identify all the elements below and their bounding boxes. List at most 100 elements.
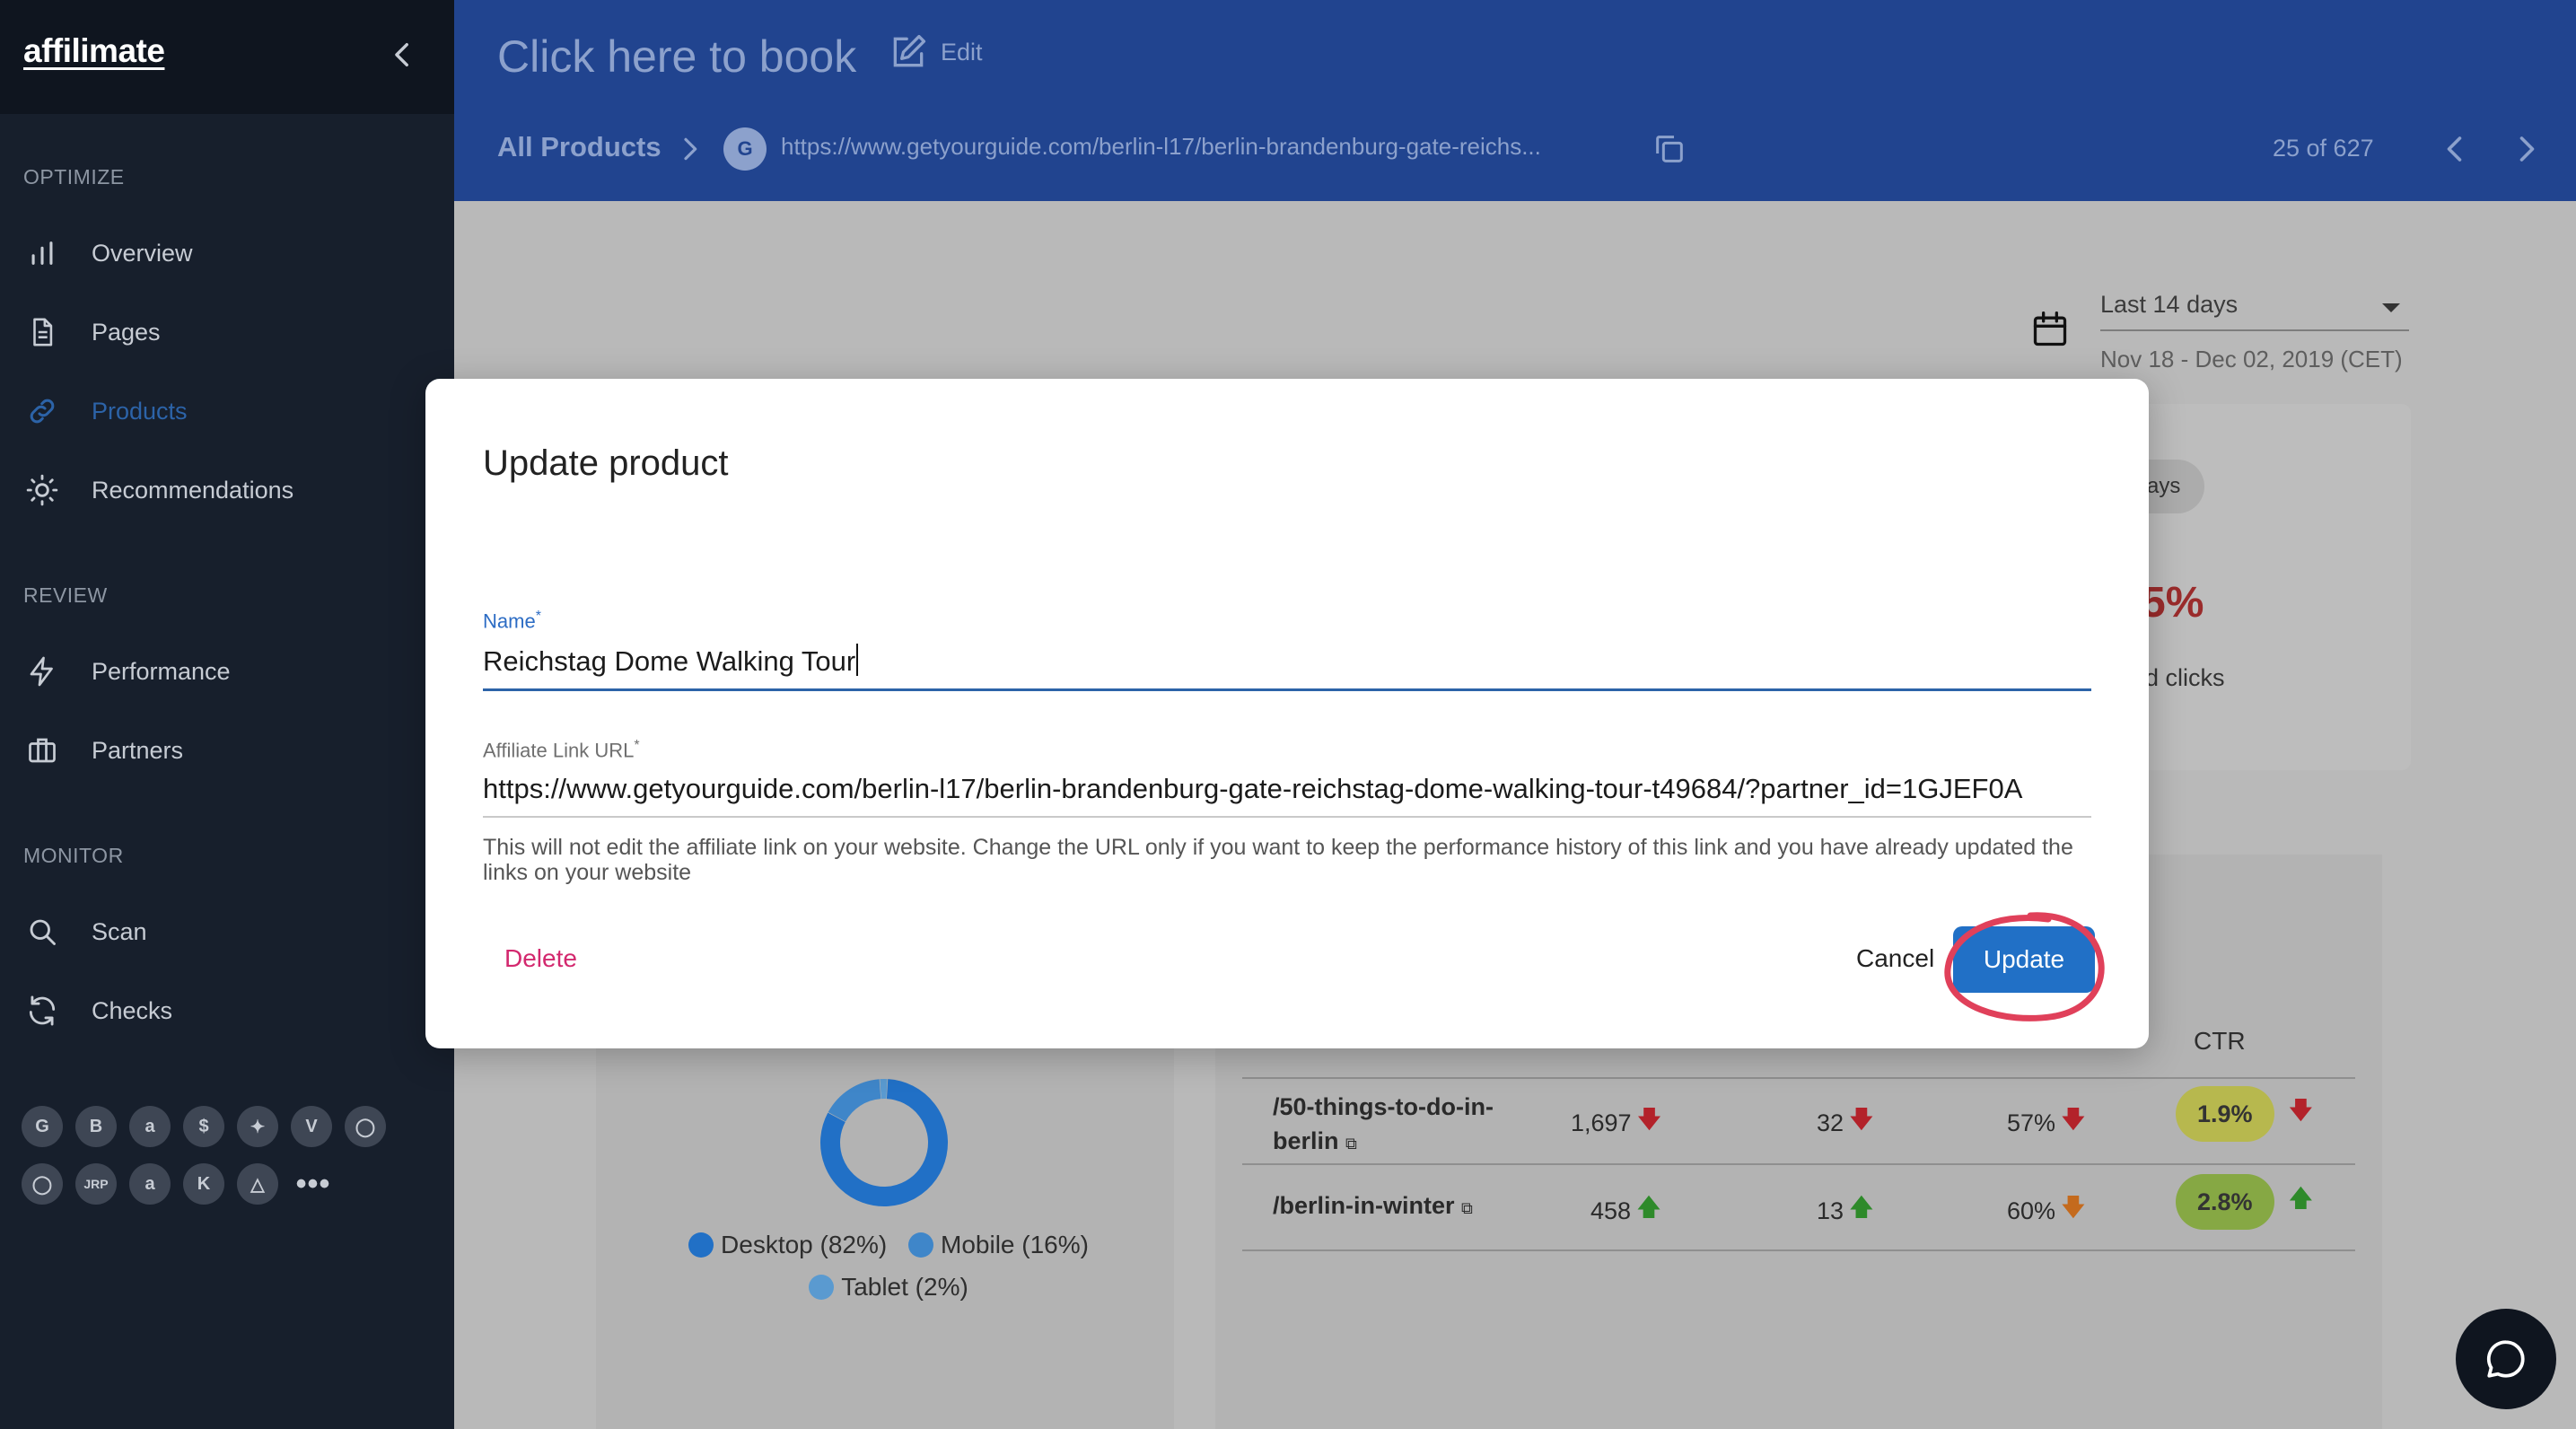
document-icon [23, 313, 61, 351]
row-ctr: 1.9% 🡇 [2176, 1086, 2313, 1142]
next-product-icon[interactable] [2510, 133, 2542, 165]
site-favicon: G [723, 127, 767, 171]
sidebar-item-performance[interactable]: Performance [23, 644, 436, 698]
update-product-modal: Update product Name* Reichstag Dome Walk… [425, 379, 2149, 1048]
affiliate-url-input[interactable]: https://www.getyourguide.com/berlin-l17/… [483, 773, 2091, 819]
row-seen: 1,697 🡇 [1571, 1102, 1661, 1144]
sidebar-item-overview[interactable]: Overview [23, 226, 436, 280]
collapse-sidebar-icon[interactable] [388, 39, 418, 70]
trend-down-icon: 🡇 [2288, 1097, 2314, 1124]
affiliate-url-field[interactable]: Affiliate Link URL* https://www.getyourg… [483, 738, 2091, 819]
sidebar: affilimate OPTIMIZE Overview Pages Produ… [0, 0, 454, 1429]
sidebar-item-recommendations[interactable]: Recommendations [23, 463, 436, 517]
trend-up-icon: 🡅 [1636, 1194, 1661, 1221]
product-url[interactable]: https://www.getyourguide.com/berlin-l17/… [781, 133, 1541, 161]
date-range-select[interactable]: Last 14 days [2100, 291, 2409, 331]
ctr-badge: 2.8% [2176, 1174, 2274, 1230]
edit-icon [889, 32, 928, 72]
section-monitor: MONITOR [23, 844, 124, 867]
trend-down-icon: 🡇 [2061, 1106, 2086, 1133]
name-field[interactable]: Name* Reichstag Dome Walking Tour [483, 609, 2091, 692]
partner-icon[interactable]: JRP [75, 1163, 117, 1205]
logo[interactable]: affilimate [23, 32, 165, 70]
page-title: Click here to book [497, 31, 857, 82]
sidebar-item-pages[interactable]: Pages [23, 305, 436, 359]
section-review: REVIEW [23, 583, 108, 607]
legend-label: Tablet (2%) [841, 1273, 968, 1301]
legend-dot [908, 1232, 933, 1258]
chat-button[interactable] [2456, 1309, 2556, 1409]
bar-chart-icon [23, 234, 61, 272]
brand-bar: affilimate [0, 0, 454, 114]
partner-icon[interactable]: B [75, 1106, 117, 1147]
copy-icon[interactable] [1652, 131, 1687, 167]
table-row[interactable]: /50-things-to-do-in-berlin ⧉ 1,697 🡇 32 🡇 … [1242, 1086, 2355, 1169]
trend-up-icon: 🡅 [1849, 1194, 1874, 1221]
link-icon [23, 392, 61, 430]
partner-icon[interactable]: ✦ [237, 1106, 278, 1147]
text-cursor [856, 644, 859, 677]
trend-up-icon: 🡅 [2288, 1185, 2314, 1212]
row-pct-seen: 60% 🡇 [2007, 1190, 2086, 1232]
partner-icon[interactable]: $ [183, 1106, 224, 1147]
breadcrumb-all-products[interactable]: All Products [497, 131, 662, 163]
calendar-icon[interactable] [2030, 309, 2070, 350]
delete-button[interactable]: Delete [504, 944, 577, 973]
table-divider [1242, 1249, 2355, 1251]
legend-item-tablet: Tablet (2%) [809, 1268, 968, 1306]
partner-icon[interactable]: a [129, 1163, 171, 1205]
sun-icon [23, 471, 61, 509]
date-range-picker[interactable]: Last 14 days Nov 18 - Dec 02, 2019 (CET) [2100, 291, 2409, 373]
edit-button[interactable]: Edit [889, 32, 983, 72]
donut-slice-1 [828, 1079, 881, 1122]
section-optimize: OPTIMIZE [23, 165, 125, 188]
row-ctr: 2.8% 🡅 [2176, 1174, 2313, 1230]
edit-label: Edit [941, 38, 983, 66]
sidebar-item-label: Scan [92, 917, 147, 945]
partner-icon[interactable]: V [291, 1106, 332, 1147]
external-link-icon[interactable]: ⧉ [1461, 1199, 1473, 1217]
more-partners-icon[interactable]: ••• [291, 1163, 336, 1205]
devices-donut-chart [817, 1075, 951, 1210]
column-header-ctr[interactable]: CTR [2194, 1027, 2246, 1056]
partner-icon[interactable]: K [183, 1163, 224, 1205]
cancel-button[interactable]: Cancel [1856, 944, 1934, 973]
name-label: Name* [483, 609, 541, 633]
search-icon [23, 913, 61, 951]
row-page-path[interactable]: /berlin-in-winter ⧉ [1273, 1188, 1542, 1225]
row-clicked: 32 🡇 [1817, 1102, 1874, 1144]
partner-icon[interactable]: ◯ [345, 1106, 386, 1147]
table-divider [1242, 1077, 2355, 1079]
external-link-icon[interactable]: ⧉ [1345, 1135, 1357, 1153]
legend-dot [809, 1275, 835, 1300]
name-input[interactable]: Reichstag Dome Walking Tour [483, 644, 2091, 692]
partner-icon[interactable]: ◯ [22, 1163, 63, 1205]
table-row[interactable]: /berlin-in-winter ⧉ 458 🡅 13 🡅 60% 🡇 2.8% 🡅 [1242, 1174, 2355, 1246]
affiliate-url-label: Affiliate Link URL* [483, 738, 640, 762]
legend-item-mobile: Mobile (16%) [908, 1226, 1089, 1264]
chat-bubble-icon [2484, 1337, 2528, 1381]
devices-legend: Desktop (82%) Mobile (16%) Tablet (2%) [664, 1226, 1113, 1311]
sidebar-item-partners[interactable]: Partners [23, 723, 436, 777]
row-page-path[interactable]: /50-things-to-do-in-berlin ⧉ [1273, 1090, 1542, 1161]
chevron-right-icon [675, 133, 704, 165]
trend-down-icon: 🡇 [1636, 1106, 1662, 1133]
sidebar-item-label: Pages [92, 318, 161, 346]
row-seen: 458 🡅 [1590, 1190, 1661, 1232]
partner-icon[interactable]: a [129, 1106, 171, 1147]
table-divider [1242, 1163, 2355, 1165]
partner-icon[interactable]: △ [237, 1163, 278, 1205]
annotation-circle [1941, 907, 2111, 1032]
previous-product-icon[interactable] [2440, 133, 2472, 165]
sidebar-item-products[interactable]: Products [23, 384, 436, 438]
sidebar-item-checks[interactable]: Checks [23, 984, 436, 1038]
modal-title: Update product [483, 443, 729, 483]
date-range-value: Last 14 days [2100, 291, 2239, 318]
legend-label: Mobile (16%) [941, 1231, 1089, 1258]
legend-item-desktop: Desktop (82%) [688, 1226, 887, 1264]
sidebar-item-scan[interactable]: Scan [23, 905, 436, 959]
sidebar-item-label: Products [92, 397, 188, 425]
row-clicked: 13 🡅 [1817, 1190, 1874, 1232]
sidebar-item-label: Performance [92, 657, 231, 685]
partner-icon[interactable]: G [22, 1106, 63, 1147]
